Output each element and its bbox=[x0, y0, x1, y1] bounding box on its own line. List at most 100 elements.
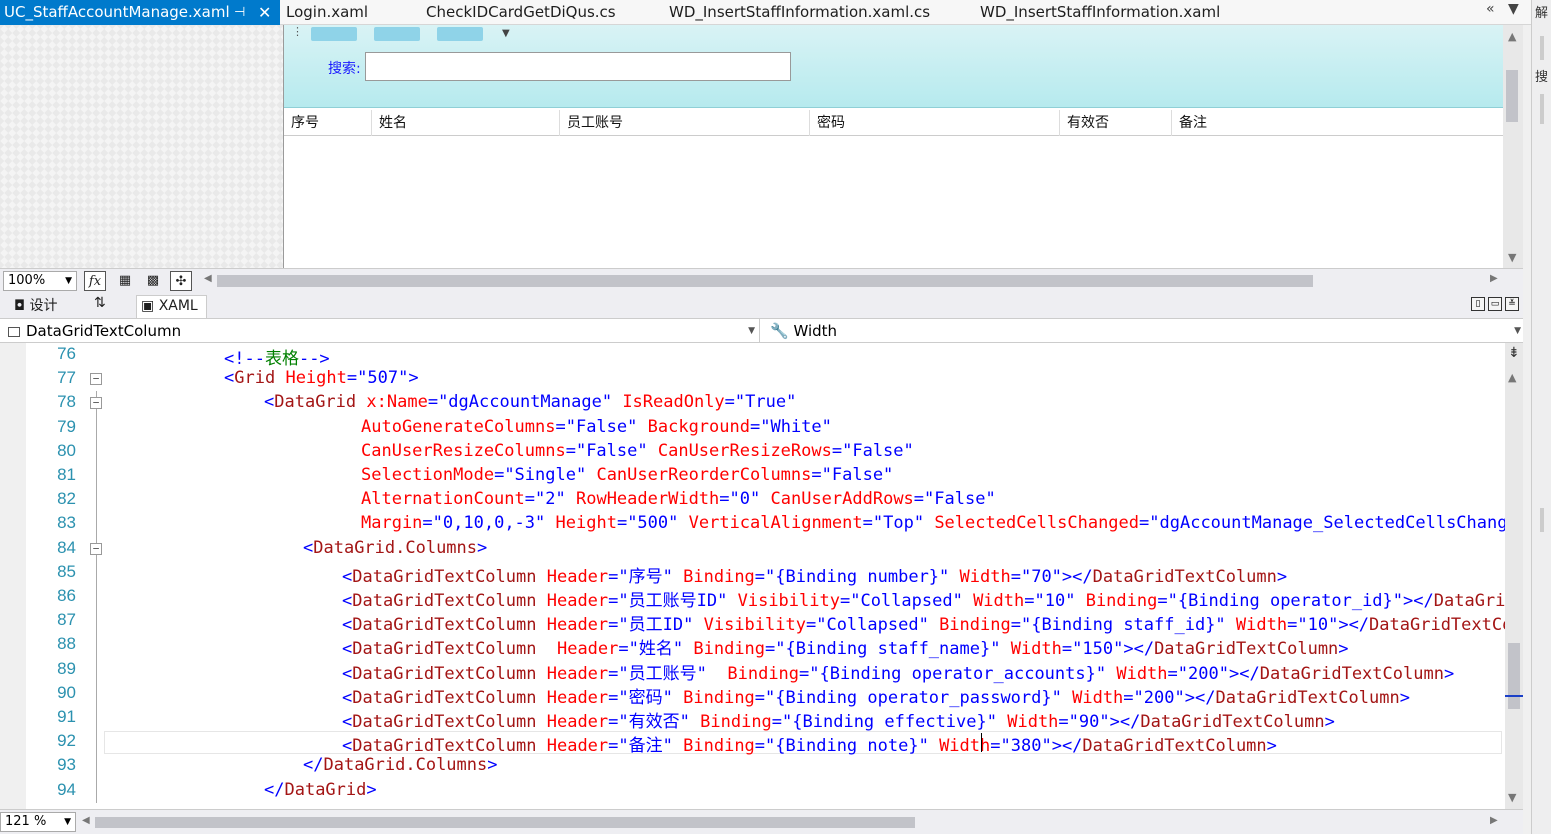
column-header[interactable]: 有效否 bbox=[1060, 110, 1172, 136]
code-line[interactable]: 88 <DataGridTextColumn Header="姓名" Bindin… bbox=[0, 634, 1505, 659]
scroll-down-icon[interactable]: ▼ bbox=[1508, 251, 1516, 264]
zoom-select[interactable]: 100% ▼ bbox=[3, 271, 77, 291]
code-line[interactable]: 84 − <DataGrid.Columns> bbox=[0, 538, 1505, 562]
scroll-down-icon[interactable]: ▼ bbox=[1508, 791, 1516, 804]
snap-grid-icon[interactable]: ▩ bbox=[142, 271, 164, 291]
code-text[interactable]: CanUserResizeColumns="False" CanUserResi… bbox=[361, 441, 914, 461]
element-dropdown[interactable]: DataGridTextColumn ▼ bbox=[0, 319, 760, 343]
code-text[interactable]: <DataGrid.Columns> bbox=[303, 538, 487, 558]
pin-icon[interactable]: ⊣ bbox=[234, 0, 245, 25]
code-text[interactable]: <DataGridTextColumn Header="备注" Binding=… bbox=[342, 731, 1277, 756]
scroll-right-icon[interactable]: ▶ bbox=[1490, 815, 1498, 826]
code-text[interactable]: <DataGridTextColumn Header="姓名" Binding=… bbox=[342, 634, 1349, 659]
code-text[interactable]: AlternationCount="2" RowHeaderWidth="0" … bbox=[361, 489, 996, 509]
code-text[interactable]: <DataGridTextColumn Header="员工账号" Bindin… bbox=[342, 659, 1454, 684]
scroll-thumb[interactable] bbox=[1508, 643, 1520, 709]
scroll-left-icon[interactable]: ◀ bbox=[204, 273, 212, 284]
editor-zoom-value: 121 % bbox=[5, 814, 47, 829]
code-line[interactable]: 76 <!--表格--> bbox=[0, 344, 1505, 369]
editor-horizontal-scroll-thumb[interactable] bbox=[95, 817, 915, 828]
tab-overflow-icon[interactable]: « bbox=[1486, 1, 1495, 17]
editor-zoom-select[interactable]: 121 % ▼ bbox=[0, 812, 76, 832]
design-icon: ◘ bbox=[14, 298, 26, 314]
scroll-up-icon[interactable]: ▲ bbox=[1508, 371, 1516, 384]
code-line[interactable]: 92 <DataGridTextColumn Header="备注" Bindin… bbox=[0, 731, 1505, 756]
code-line[interactable]: 80 CanUserResizeColumns="False" CanUserRe… bbox=[0, 441, 1505, 465]
scroll-up-icon[interactable]: ▲ bbox=[1508, 30, 1516, 43]
line-number: 81 bbox=[57, 465, 76, 484]
xaml-designer-surface[interactable]: ⋮ ▼ 搜索: 序号 姓名 员工账号 密码 有效否 备注 bbox=[0, 25, 1523, 268]
tab-checkidcard[interactable]: CheckIDCardGetDiQus.cs bbox=[426, 0, 616, 25]
designer-vertical-scrollbar[interactable]: ▲ ▼ bbox=[1503, 25, 1523, 268]
collapse-outline-icon[interactable]: − bbox=[90, 373, 102, 386]
code-text[interactable]: SelectionMode="Single" CanUserReorderCol… bbox=[361, 465, 893, 485]
toolbar-overflow-icon[interactable]: ▼ bbox=[502, 28, 510, 39]
editor-vertical-scrollbar[interactable]: ⇟ ▲ ▼ bbox=[1505, 343, 1523, 809]
code-text[interactable]: </DataGrid> bbox=[264, 780, 377, 800]
column-header[interactable]: 密码 bbox=[810, 110, 1060, 136]
column-header[interactable]: 序号 bbox=[284, 110, 372, 136]
code-line[interactable]: 77 − <Grid Height="507"> bbox=[0, 368, 1505, 392]
code-line[interactable]: 81 SelectionMode="Single" CanUserReorderC… bbox=[0, 465, 1505, 489]
code-line[interactable]: 79 AutoGenerateColumns="False" Background… bbox=[0, 417, 1505, 441]
code-line[interactable]: 87 <DataGridTextColumn Header="员工ID" Visi… bbox=[0, 610, 1505, 635]
xaml-code-editor[interactable]: 76 <!--表格--> 77 − <Grid Height="507"> 78 − <Dat… bbox=[0, 343, 1505, 809]
tab-wd-insert-cs[interactable]: WD_InsertStaffInformation.xaml.cs bbox=[669, 0, 930, 25]
snap-lines-icon[interactable]: ✣ bbox=[170, 271, 192, 291]
code-text[interactable]: <!--表格--> bbox=[224, 344, 330, 369]
code-line[interactable]: 86 <DataGridTextColumn Header="员工账号ID" Vi… bbox=[0, 586, 1505, 611]
code-line[interactable]: 82 AlternationCount="2" RowHeaderWidth="0… bbox=[0, 489, 1505, 513]
swap-panes-icon[interactable]: ⇅ bbox=[94, 295, 106, 311]
code-line[interactable]: 90 <DataGridTextColumn Header="密码" Bindin… bbox=[0, 683, 1505, 708]
horizontal-split-icon[interactable]: ▭ bbox=[1488, 297, 1502, 311]
collapse-outline-icon[interactable]: − bbox=[90, 542, 102, 555]
line-number: 88 bbox=[57, 634, 76, 654]
code-text[interactable]: <DataGridTextColumn Header="员工账号ID" Visi… bbox=[342, 586, 1505, 611]
usercontrol-preview[interactable]: ⋮ ▼ 搜索: 序号 姓名 员工账号 密码 有效否 备注 bbox=[283, 25, 1504, 268]
toolbar-button[interactable] bbox=[437, 27, 483, 41]
tab-dropdown-icon[interactable]: ▼ bbox=[1508, 1, 1519, 17]
tab-wd-insert-xaml[interactable]: WD_InsertStaffInformation.xaml bbox=[980, 0, 1220, 25]
code-text[interactable]: <DataGridTextColumn Header="序号" Binding=… bbox=[342, 562, 1287, 587]
vertical-split-icon[interactable]: ▯ bbox=[1471, 297, 1485, 311]
code-text[interactable]: <DataGrid x:Name="dgAccountManage" IsRea… bbox=[264, 392, 796, 412]
side-marker bbox=[1540, 94, 1544, 124]
tab-design[interactable]: ◘ 设计 bbox=[14, 295, 58, 315]
member-dropdown[interactable]: 🔧 Width ▼ bbox=[764, 319, 1523, 343]
collapse-pane-icon[interactable]: ≚ bbox=[1505, 297, 1519, 311]
code-text[interactable]: <DataGridTextColumn Header="密码" Binding=… bbox=[342, 683, 1410, 708]
code-line[interactable]: 93 </DataGrid.Columns> bbox=[0, 755, 1505, 779]
tab-xaml[interactable]: ▣ XAML bbox=[136, 295, 207, 318]
code-line[interactable]: 78 − <DataGrid x:Name="dgAccountManage" Is… bbox=[0, 392, 1505, 416]
code-line[interactable]: 91 <DataGridTextColumn Header="有效否" Bindi… bbox=[0, 707, 1505, 732]
code-line[interactable]: 85 <DataGridTextColumn Header="序号" Bindin… bbox=[0, 562, 1505, 587]
fx-effects-button[interactable]: fx bbox=[84, 271, 106, 291]
collapse-outline-icon[interactable]: − bbox=[90, 397, 102, 410]
side-tab-search[interactable]: 搜 bbox=[1535, 66, 1548, 85]
search-input[interactable] bbox=[365, 52, 791, 81]
toolbar-button[interactable] bbox=[311, 27, 357, 41]
code-text[interactable]: <DataGridTextColumn Header="有效否" Binding… bbox=[342, 707, 1335, 732]
designer-horizontal-scroll-thumb[interactable] bbox=[217, 275, 1313, 287]
column-header[interactable]: 备注 bbox=[1172, 110, 1504, 136]
toolbar-button[interactable] bbox=[374, 27, 420, 41]
tab-login-xaml[interactable]: Login.xaml bbox=[286, 0, 368, 25]
code-text[interactable]: <Grid Height="507"> bbox=[224, 368, 419, 388]
code-line[interactable]: 83 Margin="0,10,0,-3" Height="500" Vertic… bbox=[0, 513, 1505, 537]
side-tab-solution[interactable]: 解 bbox=[1535, 2, 1548, 21]
scroll-thumb[interactable] bbox=[1506, 70, 1518, 122]
code-line[interactable]: 89 <DataGridTextColumn Header="员工账号" Bind… bbox=[0, 659, 1505, 684]
code-line[interactable]: 94 </DataGrid> bbox=[0, 780, 1505, 804]
code-text[interactable]: Margin="0,10,0,-3" Height="500" Vertical… bbox=[361, 513, 1505, 533]
split-editor-icon[interactable]: ⇟ bbox=[1508, 345, 1520, 361]
column-header[interactable]: 员工账号 bbox=[560, 110, 810, 136]
close-icon[interactable]: ✕ bbox=[258, 0, 271, 25]
scroll-left-icon[interactable]: ◀ bbox=[82, 815, 90, 826]
scroll-right-icon[interactable]: ▶ bbox=[1490, 273, 1498, 284]
column-header[interactable]: 姓名 bbox=[372, 110, 560, 136]
code-text[interactable]: AutoGenerateColumns="False" Background="… bbox=[361, 417, 832, 437]
tab-uc-staffaccountmanage[interactable]: UC_StaffAccountManage.xaml ⊣ ✕ bbox=[0, 0, 280, 25]
code-text[interactable]: </DataGrid.Columns> bbox=[303, 755, 498, 775]
code-text[interactable]: <DataGridTextColumn Header="员工ID" Visibi… bbox=[342, 610, 1505, 635]
grid-icon[interactable]: ▦ bbox=[114, 271, 136, 291]
